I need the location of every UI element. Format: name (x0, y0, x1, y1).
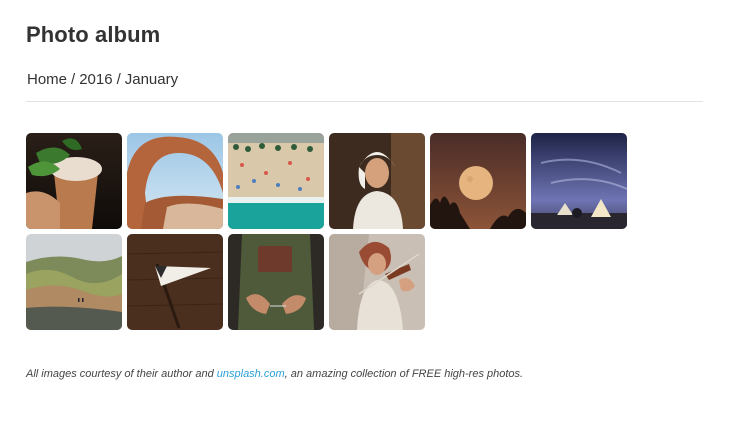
unsplash-link[interactable]: unsplash.com (217, 368, 285, 380)
photo-thumbnail-moon[interactable] (430, 133, 526, 229)
breadcrumb-separator: / (116, 71, 121, 88)
photo-thumbnail-arch[interactable] (127, 133, 223, 229)
photo-thumbnail-hills[interactable] (26, 234, 122, 330)
full-moon-image (430, 133, 526, 229)
photo-gallery (26, 133, 632, 330)
breadcrumb-separator: / (71, 71, 76, 88)
photo-thumbnail-craftsman[interactable] (228, 234, 324, 330)
page: Photo album Home/2016/January All images… (0, 0, 729, 436)
woman-violin-image (329, 234, 425, 330)
breadcrumb: Home/2016/January (27, 71, 178, 88)
caption-text-after: , an amazing collection of FREE high-res… (284, 368, 524, 380)
photo-credit-caption: All images courtesy of their author and … (26, 368, 523, 380)
rock-arch-image (127, 133, 223, 229)
tents-night-image (531, 133, 627, 229)
beach-aerial-image (228, 133, 324, 229)
photo-thumbnail-tents[interactable] (531, 133, 627, 229)
photo-thumbnail-cocktail[interactable] (26, 133, 122, 229)
craftsman-apron-image (228, 234, 324, 330)
photo-thumbnail-beach[interactable] (228, 133, 324, 229)
caption-text-before: All images courtesy of their author and (26, 368, 217, 380)
divider (26, 101, 703, 102)
woman-headscarf-image (329, 133, 425, 229)
photo-thumbnail-pennant[interactable] (127, 234, 223, 330)
explore-pennant-image (127, 234, 223, 330)
breadcrumb-current: January (124, 71, 179, 88)
photo-thumbnail-violin[interactable] (329, 234, 425, 330)
breadcrumb-year[interactable]: 2016 (79, 71, 112, 88)
page-title: Photo album (26, 22, 161, 47)
cocktail-image (26, 133, 122, 229)
breadcrumb-home[interactable]: Home (27, 71, 67, 88)
green-hills-image (26, 234, 122, 330)
photo-thumbnail-woman[interactable] (329, 133, 425, 229)
